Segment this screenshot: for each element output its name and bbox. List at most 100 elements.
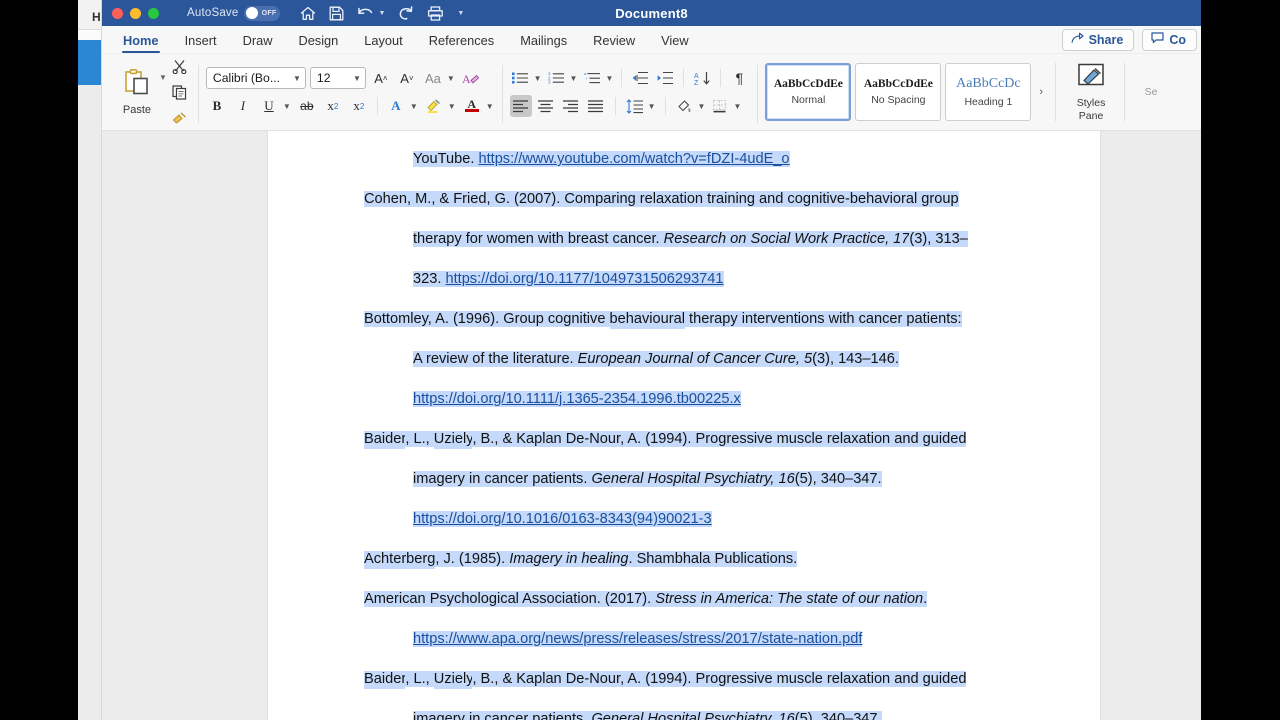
text-effects-caret[interactable]: ▼ bbox=[410, 102, 418, 111]
reference-line[interactable]: American Psychological Association. (201… bbox=[364, 579, 1004, 619]
change-case-icon[interactable]: Aa bbox=[422, 67, 444, 89]
reference-line[interactable]: Achterberg, J. (1985). Imagery in healin… bbox=[364, 539, 1004, 579]
reference-line[interactable]: Baider, L., Uziely, B., & Kaplan De-Nour… bbox=[364, 419, 1004, 459]
window-controls[interactable] bbox=[112, 7, 159, 19]
sensitivity-button[interactable]: Se bbox=[1131, 86, 1171, 98]
home-icon[interactable] bbox=[300, 6, 316, 21]
reference-entry[interactable]: Cohen, M., & Fried, G. (2007). Comparing… bbox=[364, 179, 1004, 299]
bullets-caret[interactable]: ▼ bbox=[534, 74, 542, 83]
line-spacing-caret[interactable]: ▼ bbox=[648, 102, 656, 111]
tab-draw[interactable]: Draw bbox=[230, 31, 286, 53]
superscript-icon[interactable]: x2 bbox=[348, 95, 370, 117]
text-effects-icon[interactable]: A bbox=[385, 95, 407, 117]
reference-entry[interactable]: American Psychological Association. (201… bbox=[364, 579, 1004, 659]
quick-access-toolbar[interactable]: ▼ ▼ bbox=[300, 5, 464, 21]
tab-view[interactable]: View bbox=[648, 31, 702, 53]
reference-line[interactable]: YouTube. https://www.youtube.com/watch?v… bbox=[364, 139, 1004, 179]
underline-caret[interactable]: ▼ bbox=[283, 102, 291, 111]
undo-dropdown-caret[interactable]: ▼ bbox=[378, 10, 385, 17]
reference-line[interactable]: 323. https://doi.org/10.1177/10497315062… bbox=[364, 259, 1004, 299]
style-card-normal[interactable]: AaBbCcDdEe Normal bbox=[765, 63, 852, 121]
align-left-icon[interactable] bbox=[509, 95, 532, 117]
reference-line[interactable]: therapy for women with breast cancer. Re… bbox=[364, 219, 1004, 259]
reference-line[interactable]: Baider, L., Uziely, B., & Kaplan De-Nour… bbox=[364, 659, 1004, 699]
comments-button[interactable]: Co bbox=[1142, 29, 1197, 51]
borders-icon[interactable] bbox=[709, 95, 731, 117]
reference-entry[interactable]: YouTube. https://www.youtube.com/watch?v… bbox=[364, 139, 1004, 179]
hyperlink[interactable]: https://www.apa.org/news/press/releases/… bbox=[413, 631, 863, 647]
autosave-control[interactable]: AutoSave OFF bbox=[187, 5, 281, 21]
strikethrough-icon[interactable]: ab bbox=[296, 95, 318, 117]
document-canvas[interactable]: YouTube. https://www.youtube.com/watch?v… bbox=[102, 131, 1201, 720]
copy-icon[interactable] bbox=[169, 81, 191, 103]
share-button[interactable]: Share bbox=[1061, 29, 1135, 51]
reference-line[interactable]: imagery in cancer patients. General Hosp… bbox=[364, 699, 1004, 720]
reference-entry[interactable]: Baider, L., Uziely, B., & Kaplan De-Nour… bbox=[364, 659, 1004, 720]
shading-icon[interactable] bbox=[674, 95, 696, 117]
reference-entry[interactable]: Bottomley, A. (1996). Group cognitive be… bbox=[364, 299, 1004, 419]
customize-toolbar-caret[interactable]: ▼ bbox=[457, 10, 464, 17]
document-page[interactable]: YouTube. https://www.youtube.com/watch?v… bbox=[268, 131, 1100, 720]
reference-entry[interactable]: Baider, L., Uziely, B., & Kaplan De-Nour… bbox=[364, 419, 1004, 539]
multilevel-list-caret[interactable]: ▼ bbox=[605, 74, 613, 83]
align-right-icon[interactable] bbox=[560, 95, 582, 117]
underline-button[interactable]: U bbox=[258, 95, 280, 117]
autosave-toggle[interactable]: OFF bbox=[244, 5, 281, 21]
background-window-selected-item[interactable] bbox=[78, 40, 101, 85]
line-spacing-icon[interactable] bbox=[624, 95, 646, 117]
tab-design[interactable]: Design bbox=[285, 31, 351, 53]
italic-button[interactable]: I bbox=[232, 95, 254, 117]
scissors-icon[interactable] bbox=[169, 55, 191, 77]
tab-layout[interactable]: Layout bbox=[351, 31, 415, 53]
sort-icon[interactable]: AZ bbox=[691, 67, 713, 89]
hyperlink[interactable]: https://doi.org/10.1177/1049731506293741 bbox=[445, 271, 724, 287]
font-size-combo[interactable]: 12 ▼ bbox=[309, 67, 366, 89]
tab-review[interactable]: Review bbox=[580, 31, 648, 53]
document-text[interactable]: YouTube. https://www.youtube.com/watch?v… bbox=[364, 139, 1004, 720]
style-card-heading-1[interactable]: AaBbCcDc Heading 1 bbox=[945, 63, 1032, 121]
font-size-caret[interactable]: ▼ bbox=[353, 74, 361, 83]
align-center-icon[interactable] bbox=[535, 95, 557, 117]
hyperlink[interactable]: https://doi.org/10.1111/j.1365-2354.1996… bbox=[413, 391, 741, 407]
style-card-no-spacing[interactable]: AaBbCcDdEe No Spacing bbox=[855, 63, 942, 121]
grow-font-icon[interactable]: A ˄ bbox=[370, 67, 392, 89]
increase-indent-icon[interactable] bbox=[654, 67, 676, 89]
tab-home[interactable]: Home bbox=[110, 31, 172, 53]
reference-entry[interactable]: Achterberg, J. (1985). Imagery in healin… bbox=[364, 539, 1004, 579]
maximize-icon[interactable] bbox=[148, 7, 159, 19]
styles-pane-button[interactable]: Styles Pane bbox=[1064, 63, 1118, 122]
show-formatting-marks-icon[interactable]: ¶ bbox=[728, 67, 750, 89]
tab-references[interactable]: References bbox=[416, 31, 507, 53]
undo-icon[interactable] bbox=[357, 6, 374, 21]
background-window[interactable]: ا H bbox=[78, 0, 102, 720]
bold-button[interactable]: B bbox=[206, 95, 228, 117]
shading-caret[interactable]: ▼ bbox=[698, 102, 706, 111]
justify-icon[interactable] bbox=[585, 95, 607, 117]
clear-formatting-icon[interactable]: A bbox=[460, 67, 482, 89]
highlight-icon[interactable] bbox=[423, 95, 445, 117]
font-name-caret[interactable]: ▼ bbox=[293, 74, 301, 83]
redo-icon[interactable] bbox=[398, 5, 414, 21]
paste-button[interactable]: Paste bbox=[115, 68, 159, 116]
reference-line[interactable]: https://doi.org/10.1111/j.1365-2354.1996… bbox=[364, 379, 1004, 419]
borders-caret[interactable]: ▼ bbox=[733, 102, 741, 111]
subscript-icon[interactable]: x2 bbox=[322, 95, 344, 117]
shrink-font-icon[interactable]: A ˅ bbox=[396, 67, 418, 89]
save-icon[interactable] bbox=[329, 6, 344, 21]
reference-line[interactable]: https://doi.org/10.1016/0163-8343(94)900… bbox=[364, 499, 1004, 539]
tab-mailings[interactable]: Mailings bbox=[507, 31, 580, 53]
bullets-icon[interactable] bbox=[510, 67, 532, 89]
reference-line[interactable]: https://www.apa.org/news/press/releases/… bbox=[364, 619, 1004, 659]
reference-line[interactable]: imagery in cancer patients. General Hosp… bbox=[364, 459, 1004, 499]
minimize-icon[interactable] bbox=[130, 7, 141, 19]
print-icon[interactable] bbox=[427, 5, 444, 21]
close-icon[interactable] bbox=[112, 7, 123, 19]
reference-line[interactable]: Bottomley, A. (1996). Group cognitive be… bbox=[364, 299, 1004, 339]
change-case-caret[interactable]: ▼ bbox=[447, 74, 455, 83]
paste-dropdown-caret[interactable]: ▼ bbox=[159, 73, 167, 82]
hyperlink[interactable]: https://www.youtube.com/watch?v=fDZI-4ud… bbox=[478, 151, 790, 167]
reference-line[interactable]: A review of the literature. European Jou… bbox=[364, 339, 1004, 379]
reference-line[interactable]: Cohen, M., & Fried, G. (2007). Comparing… bbox=[364, 179, 1004, 219]
multilevel-list-icon[interactable]: ai bbox=[581, 67, 603, 89]
decrease-indent-icon[interactable] bbox=[629, 67, 651, 89]
